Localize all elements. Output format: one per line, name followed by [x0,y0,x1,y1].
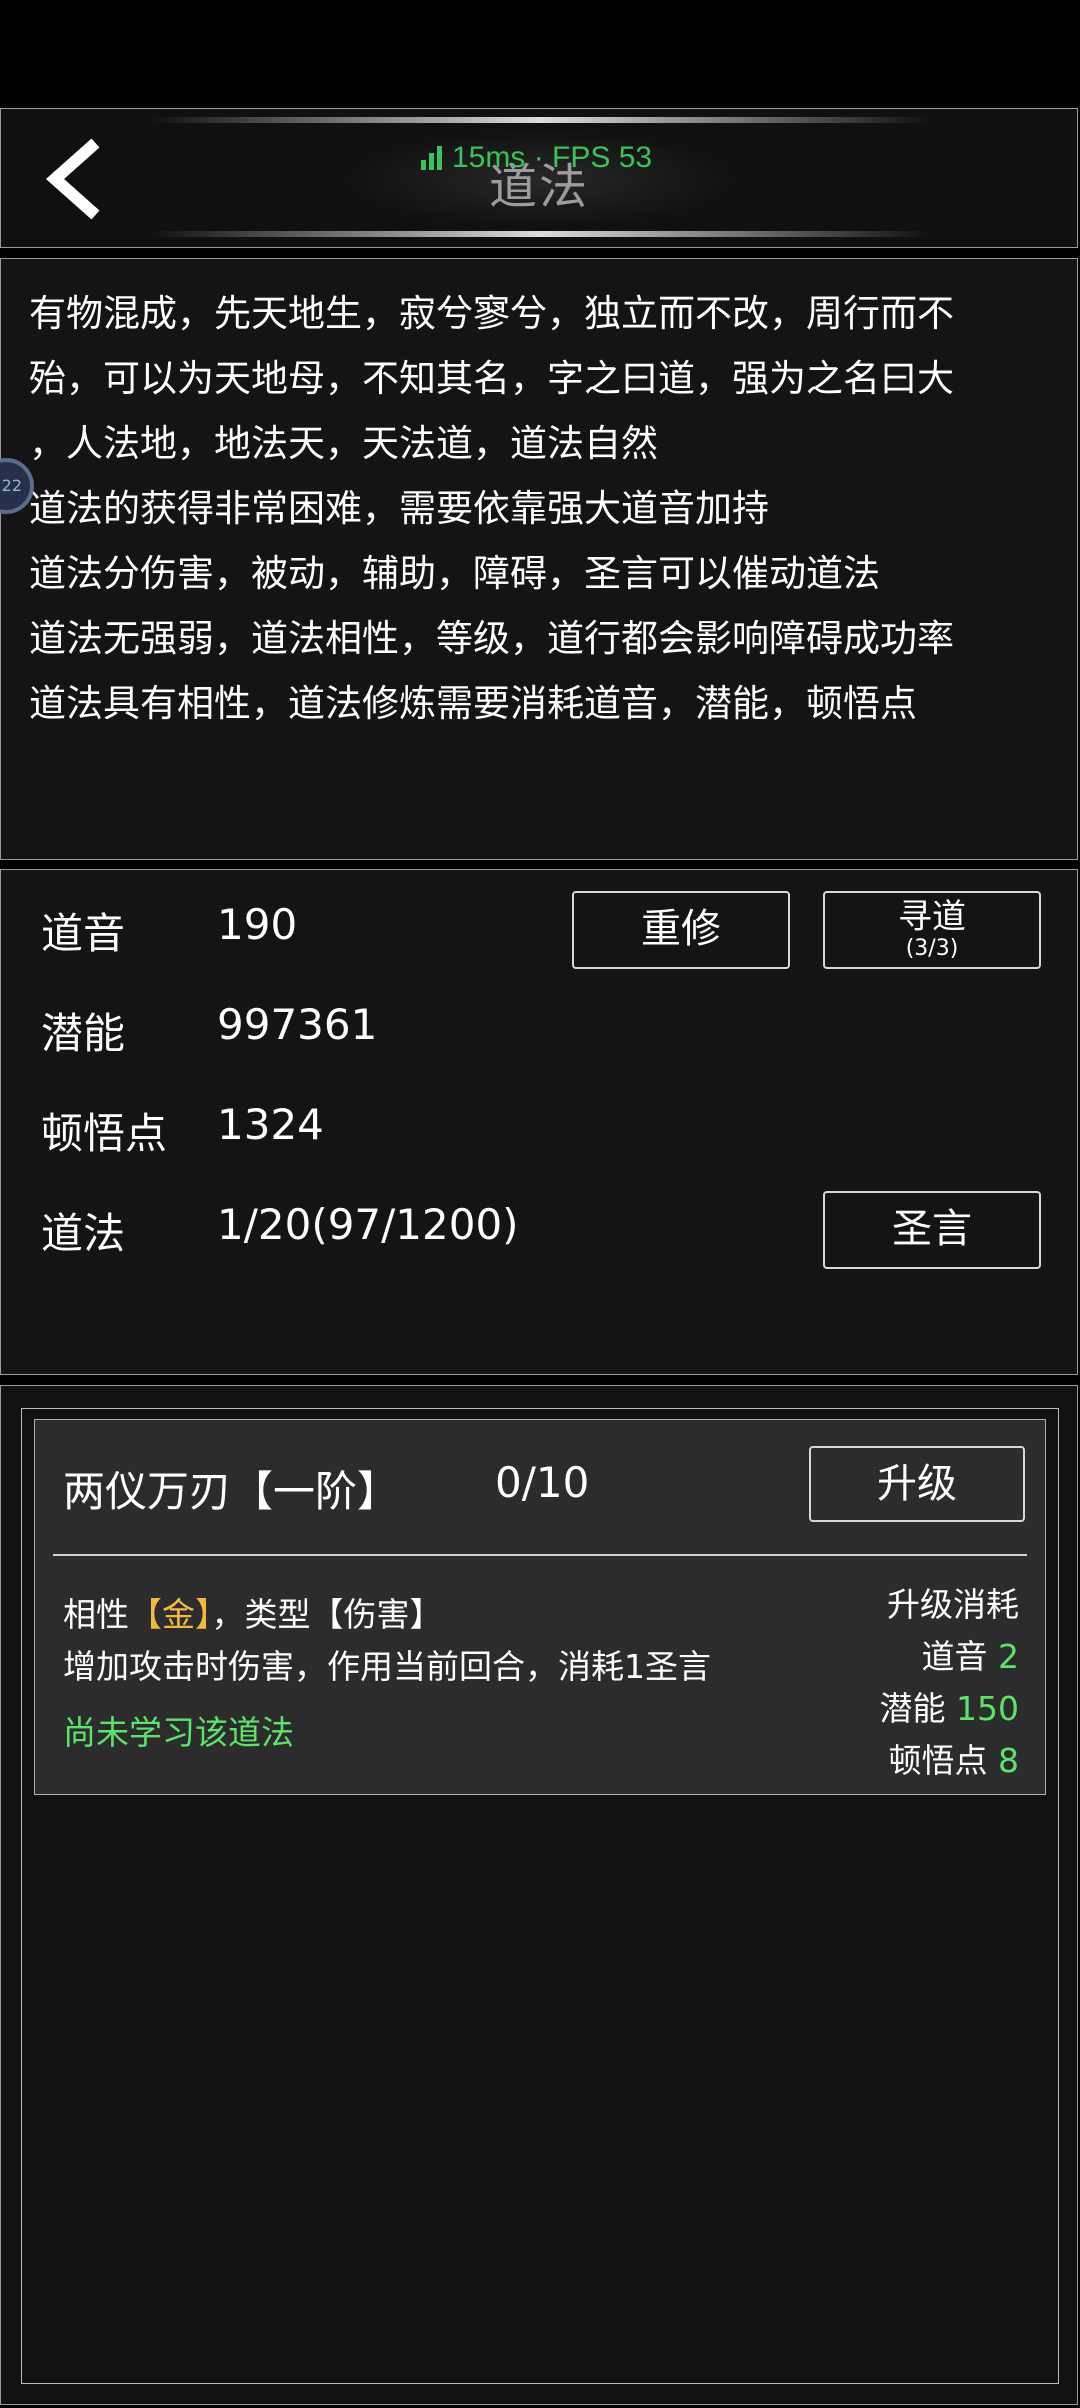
technique-list-panel: 两仪万刃【一阶】 0/10 升级 相性【金】，类型【伤害】 增加攻击时伤害，作用… [0,1385,1078,2405]
perf-text: 15ms · FPS 53 [452,141,653,174]
stat-value-insight: 1324 [217,1100,324,1149]
header-bar: 道法 15ms · FPS 53 [0,108,1078,248]
cost-label: 道音 [921,1637,988,1676]
technique-status: 尚未学习该道法 [63,1713,294,1752]
technique-type: ，类型【伤害】 [211,1595,443,1634]
seek-button-label: 寻道 [898,897,966,937]
performance-overlay: 15ms · FPS 53 [421,141,652,175]
stat-label-potential: 潜能 [41,1009,126,1058]
seek-button-count: (3/3) [905,936,959,961]
reset-button[interactable]: 重修 [572,891,790,969]
stat-label-techniques: 道法 [41,1209,126,1258]
description-line: 道法分伤害，被动，辅助，障碍，圣言可以催动道法 [29,552,880,595]
stat-label-daoyin: 道音 [41,909,126,958]
header-gloss-bottom [151,231,931,237]
description-line: 道法的获得非常困难，需要依靠强大道音加持 [29,487,769,530]
upgrade-cost-daoyin: 道音 2 [922,1630,1020,1678]
cost-value: 150 [956,1689,1019,1728]
description-line: 有物混成，先天地生，寂兮寥兮，独立而不改，周行而不 [29,292,954,335]
technique-effect: 增加攻击时伤害，作用当前回合，消耗1圣言 [63,1647,711,1686]
cost-value: 2 [998,1637,1019,1676]
description-line: 殆，可以为天地母，不知其名，字之曰道，强为之名曰大 [29,357,954,400]
upgrade-cost-title: 升级消耗 [887,1585,1019,1624]
description-line: 道法具有相性，道法修炼需要消耗道音，潜能，顿悟点 [29,682,917,725]
signal-icon [421,146,442,170]
float-badge-text: 22 [1,476,22,495]
technique-list[interactable]: 两仪万刃【一阶】 0/10 升级 相性【金】，类型【伤害】 增加攻击时伤害，作用… [21,1408,1059,2384]
description-line: 道法无强弱，道法相性，等级，道行都会影响障碍成功率 [29,617,954,660]
technique-card[interactable]: 两仪万刃【一阶】 0/10 升级 相性【金】，类型【伤害】 增加攻击时伤害，作用… [34,1419,1046,1795]
upgrade-cost-insight: 顿悟点 8 [889,1734,1020,1782]
reset-button-label: 重修 [641,906,721,952]
seek-dao-button[interactable]: 寻道 (3/3) [823,891,1041,969]
stat-label-insight: 顿悟点 [41,1109,168,1158]
affinity-prefix: 相性 [63,1595,129,1634]
description-panel: 有物混成，先天地生，寂兮寥兮，独立而不改，周行而不 殆，可以为天地母，不知其名，… [0,258,1078,860]
card-divider [53,1554,1027,1556]
technique-name: 两仪万刃【一阶】 [63,1467,400,1516]
holy-button-label: 圣言 [892,1206,972,1252]
cost-label: 顿悟点 [888,1741,988,1780]
stat-value-potential: 997361 [217,1000,378,1049]
stats-panel: 道音 190 潜能 997361 顿悟点 1324 道法 1/20(97/120… [0,869,1078,1375]
stat-value-techniques: 1/20(97/1200) [217,1200,519,1249]
upgrade-button[interactable]: 升级 [809,1446,1025,1522]
header-gloss-top [151,117,931,123]
affinity-value: 【金】 [129,1595,212,1634]
upgrade-button-label: 升级 [877,1461,957,1507]
upgrade-cost-potential: 潜能 150 [880,1682,1020,1730]
cost-value: 8 [998,1741,1019,1780]
stat-value-daoyin: 190 [217,900,298,949]
technique-level: 0/10 [495,1458,590,1507]
holy-word-button[interactable]: 圣言 [823,1191,1041,1269]
description-line: ，人法地，地法天，天法道，道法自然 [29,422,658,465]
cost-label: 潜能 [879,1689,946,1728]
technique-affinity-type: 相性【金】，类型【伤害】 [63,1588,443,1636]
